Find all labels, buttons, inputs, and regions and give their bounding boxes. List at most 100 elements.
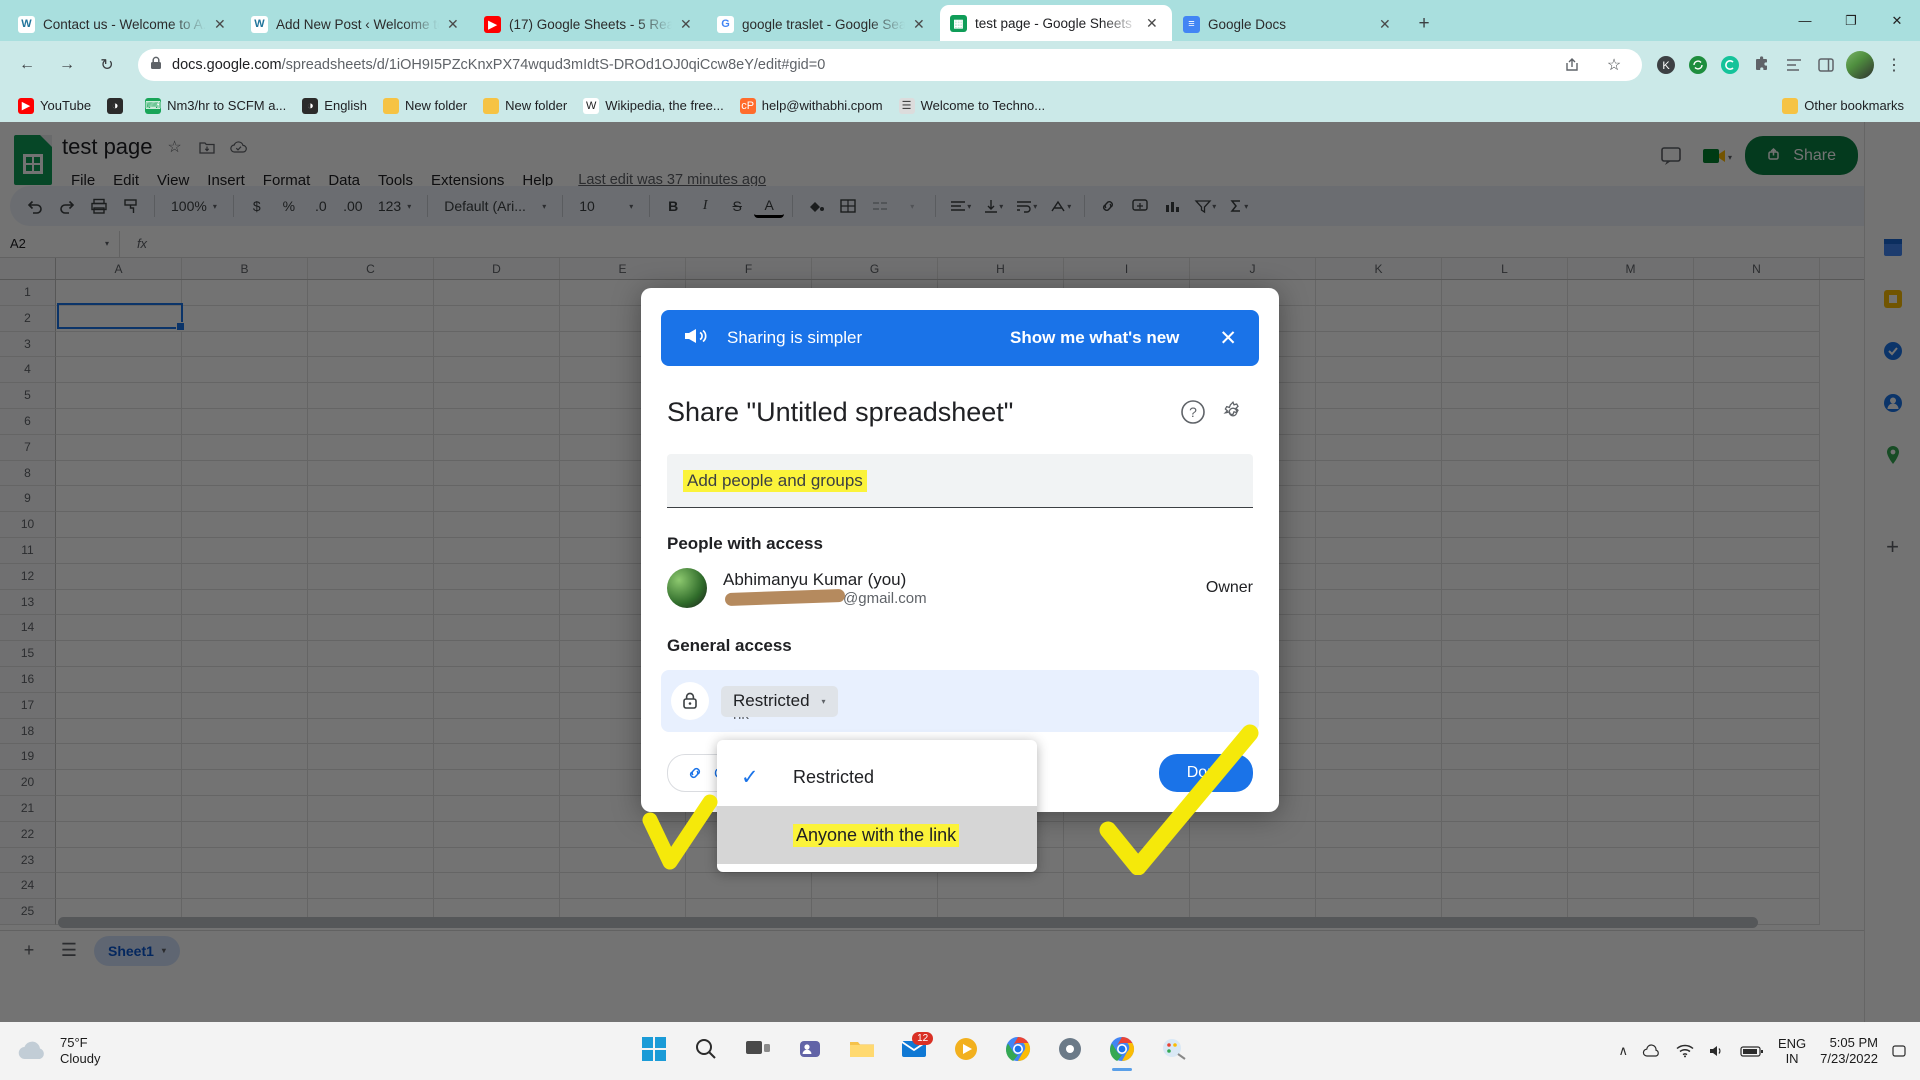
print-icon[interactable] <box>84 191 114 221</box>
bookmark-4[interactable]: New folder <box>375 93 475 118</box>
row-header-16[interactable]: 16 <box>0 666 56 693</box>
cell-N23[interactable] <box>1694 847 1820 874</box>
cell-N4[interactable] <box>1694 357 1820 384</box>
cell-C13[interactable] <box>308 589 434 616</box>
cell-F24[interactable] <box>686 873 812 900</box>
comment-history-icon[interactable] <box>1653 138 1689 174</box>
move-to-folder-icon[interactable] <box>197 140 217 155</box>
text-wrap-icon[interactable]: ▾ <box>1010 191 1042 221</box>
cell-M8[interactable] <box>1568 460 1694 487</box>
row-header-3[interactable]: 3 <box>0 331 56 358</box>
row-header-18[interactable]: 18 <box>0 718 56 745</box>
cell-N3[interactable] <box>1694 331 1820 358</box>
cell-A3[interactable] <box>56 331 182 358</box>
extension-sync-icon[interactable] <box>1682 49 1714 81</box>
cell-M3[interactable] <box>1568 331 1694 358</box>
cell-B20[interactable] <box>182 770 308 796</box>
cell-B1[interactable] <box>182 280 308 306</box>
cell-L1[interactable] <box>1442 280 1568 306</box>
new-tab-button[interactable]: + <box>1410 10 1438 38</box>
bookmark-6[interactable]: W Wikipedia, the free... <box>575 93 732 118</box>
cell-K10[interactable] <box>1316 512 1442 538</box>
currency-format-button[interactable]: $ <box>242 191 272 221</box>
back-icon[interactable]: ← <box>10 48 44 82</box>
cell-M12[interactable] <box>1568 563 1694 590</box>
cell-L13[interactable] <box>1442 589 1568 616</box>
cell-M20[interactable] <box>1568 770 1694 796</box>
file-explorer-button[interactable] <box>839 1028 885 1074</box>
cell-D1[interactable] <box>434 280 560 306</box>
start-button[interactable] <box>631 1028 677 1074</box>
cell-N18[interactable] <box>1694 718 1820 745</box>
cell-M24[interactable] <box>1568 873 1694 900</box>
done-button[interactable]: Done <box>1158 754 1253 792</box>
increase-decimal-button[interactable]: .00 <box>338 191 368 221</box>
cell-I23[interactable] <box>1064 847 1190 874</box>
cell-L20[interactable] <box>1442 770 1568 796</box>
language-indicator[interactable]: ENG IN <box>1778 1036 1806 1066</box>
calendar-icon[interactable] <box>1878 232 1908 262</box>
cell-N20[interactable] <box>1694 770 1820 796</box>
cell-N21[interactable] <box>1694 795 1820 822</box>
text-rotation-icon[interactable]: ▾ <box>1044 191 1076 221</box>
cell-N22[interactable] <box>1694 821 1820 848</box>
row-header-9[interactable]: 9 <box>0 486 56 513</box>
row-header-14[interactable]: 14 <box>0 615 56 642</box>
dropdown-option-1[interactable]: Anyone with the link <box>717 806 1037 864</box>
cell-A23[interactable] <box>56 847 182 874</box>
cell-D18[interactable] <box>434 718 560 745</box>
cell-M13[interactable] <box>1568 589 1694 616</box>
cell-L4[interactable] <box>1442 357 1568 384</box>
cell-C12[interactable] <box>308 563 434 590</box>
add-sheet-icon[interactable]: + <box>14 936 44 966</box>
cell-B15[interactable] <box>182 641 308 667</box>
cell-N2[interactable] <box>1694 305 1820 332</box>
row-header-25[interactable]: 25 <box>0 899 56 925</box>
cell-A8[interactable] <box>56 460 182 487</box>
row-header-24[interactable]: 24 <box>0 873 56 900</box>
cell-B19[interactable] <box>182 744 308 771</box>
column-header-F[interactable]: F <box>686 258 812 279</box>
cell-D4[interactable] <box>434 357 560 384</box>
cell-C14[interactable] <box>308 615 434 642</box>
cell-K2[interactable] <box>1316 305 1442 332</box>
cell-H24[interactable] <box>938 873 1064 900</box>
cell-A9[interactable] <box>56 486 182 513</box>
cell-B4[interactable] <box>182 357 308 384</box>
row-header-15[interactable]: 15 <box>0 641 56 667</box>
cell-B12[interactable] <box>182 563 308 590</box>
cell-C22[interactable] <box>308 821 434 848</box>
cell-M2[interactable] <box>1568 305 1694 332</box>
cell-D15[interactable] <box>434 641 560 667</box>
forward-icon[interactable]: → <box>50 48 84 82</box>
bookmark-3[interactable]: ◑ English <box>294 93 375 118</box>
cell-I24[interactable] <box>1064 873 1190 900</box>
cell-L23[interactable] <box>1442 847 1568 874</box>
show-hidden-icons-button[interactable]: ∧ <box>1618 1043 1628 1059</box>
cell-K4[interactable] <box>1316 357 1442 384</box>
cell-L19[interactable] <box>1442 744 1568 771</box>
star-icon[interactable]: ☆ <box>165 137 185 157</box>
cell-A21[interactable] <box>56 795 182 822</box>
extension-k-icon[interactable]: K <box>1650 49 1682 81</box>
cell-M21[interactable] <box>1568 795 1694 822</box>
cell-D14[interactable] <box>434 615 560 642</box>
font-selector[interactable]: Default (Ari... ▾ <box>436 192 554 220</box>
cell-B2[interactable] <box>182 305 308 332</box>
insert-comment-icon[interactable] <box>1125 191 1155 221</box>
chrome-menu-icon[interactable]: ⋮ <box>1878 49 1910 81</box>
weather-widget[interactable]: 75°F Cloudy <box>0 1034 210 1068</box>
row-header-13[interactable]: 13 <box>0 589 56 616</box>
column-header-J[interactable]: J <box>1190 258 1316 279</box>
dropdown-option-0[interactable]: ✓ Restricted <box>717 748 1037 806</box>
task-view-button[interactable] <box>735 1028 781 1074</box>
row-header-8[interactable]: 8 <box>0 460 56 487</box>
maps-icon[interactable] <box>1878 440 1908 470</box>
cell-C18[interactable] <box>308 718 434 745</box>
row-header-22[interactable]: 22 <box>0 821 56 848</box>
cell-N16[interactable] <box>1694 666 1820 693</box>
cell-A16[interactable] <box>56 666 182 693</box>
keep-icon[interactable] <box>1878 284 1908 314</box>
cell-K14[interactable] <box>1316 615 1442 642</box>
cell-D9[interactable] <box>434 486 560 513</box>
